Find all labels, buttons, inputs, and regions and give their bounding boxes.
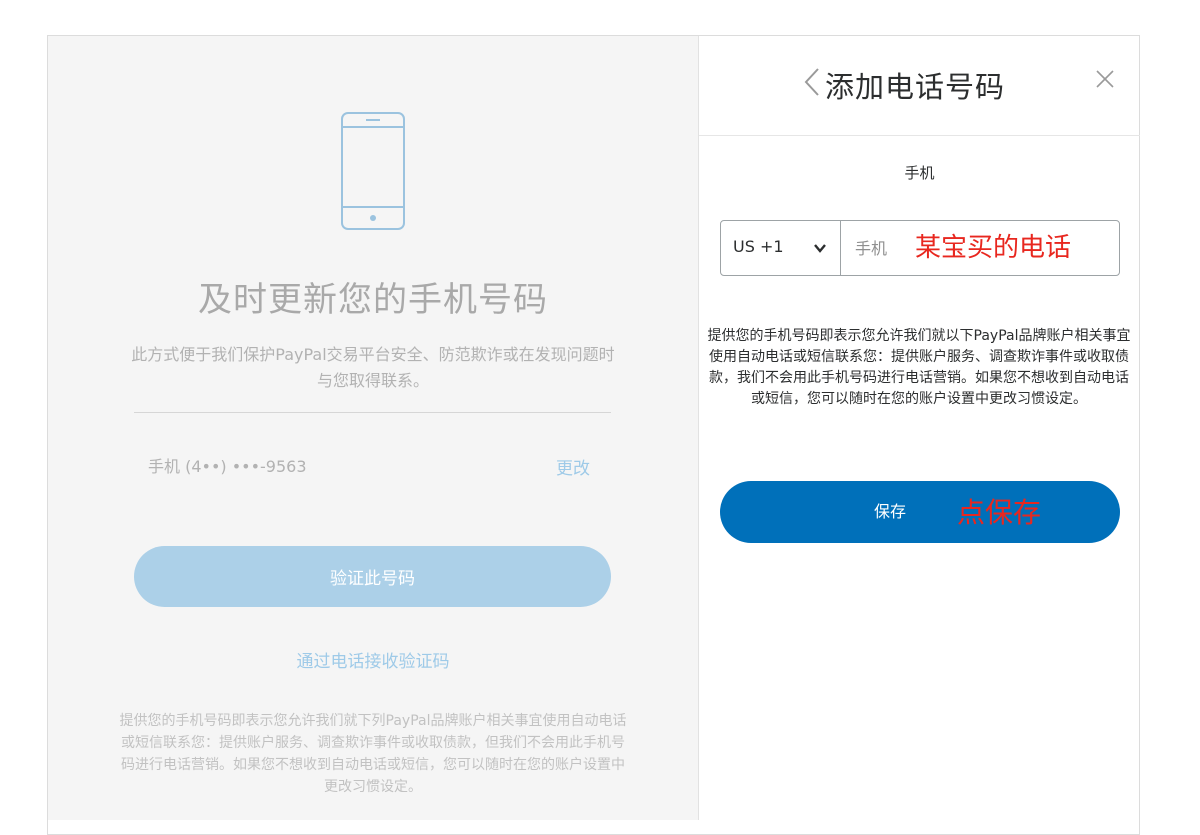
annotation-phone-note: 某宝买的电话 (915, 233, 1072, 263)
country-code-select[interactable]: US +1 (721, 221, 841, 275)
page-title: 及时更新您的手机号码 (198, 280, 548, 320)
divider (134, 412, 611, 413)
phone-field-label: 手机 (904, 164, 935, 182)
save-button-label: 保存 (873, 502, 906, 521)
smartphone-icon (341, 112, 405, 230)
add-phone-dialog: 添加电话号码 手机 US +1 某宝买的电话 提供您的手机号码即表示您允许我们就… (698, 36, 1140, 820)
dialog-header: 添加电话号码 (699, 36, 1140, 136)
chevron-down-icon (814, 244, 826, 253)
save-button[interactable]: 保存 (720, 481, 1120, 543)
masked-phone-number: 手机 (4••) •••-9563 (148, 457, 307, 476)
close-icon[interactable] (1095, 69, 1115, 89)
country-code-value: US +1 (733, 237, 784, 256)
page-description: 此方式便于我们保护PayPal交易平台安全、防范欺诈或在发现问题时与您取得联系。 (131, 345, 615, 390)
verify-number-button[interactable]: 验证此号码 (134, 546, 611, 607)
receive-code-by-call-link[interactable]: 通过电话接收验证码 (48, 647, 698, 672)
annotation-save-note: 点保存 (957, 496, 1042, 529)
dialog-title: 添加电话号码 (825, 70, 1006, 104)
phone-input-group: US +1 某宝买的电话 (720, 220, 1125, 276)
chevron-left-icon[interactable] (803, 66, 821, 98)
change-phone-link[interactable]: 更改 (556, 454, 590, 479)
background-disclaimer: 提供您的手机号码即表示您允许我们就下列PayPal品牌账户相关事宜使用自动电话或… (119, 713, 627, 795)
dialog-disclaimer: 提供您的手机号码即表示您允许我们就以下PayPal品牌账户相关事宜使用自动电话或… (707, 328, 1131, 407)
background-page: 及时更新您的手机号码 此方式便于我们保护PayPal交易平台安全、防范欺诈或在发… (48, 36, 698, 820)
